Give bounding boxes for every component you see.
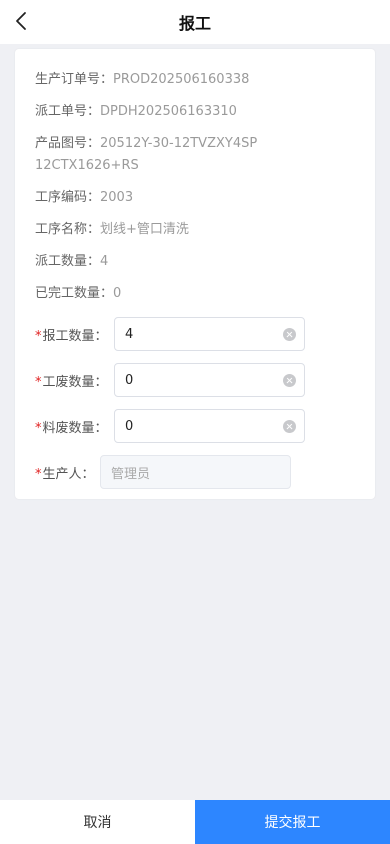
top-bar: 报工	[0, 0, 390, 44]
material-scrap-value[interactable]: 0	[115, 419, 283, 434]
completed-qty-row: 已完工数量：0	[35, 283, 355, 305]
required-mark: *	[35, 374, 42, 390]
required-mark: *	[35, 328, 42, 344]
required-mark: *	[35, 466, 42, 482]
report-qty-value[interactable]: 4	[115, 327, 283, 342]
process-code-label: 工序编码：	[35, 190, 101, 205]
material-scrap-input[interactable]: 0	[114, 409, 305, 443]
producer-label: 生产人：	[42, 466, 95, 482]
drawing-number-label: 产品图号：	[35, 136, 101, 151]
clear-icon[interactable]	[283, 419, 296, 433]
dispatch-qty-row: 派工数量：4	[35, 251, 355, 273]
completed-qty-value: 0	[113, 286, 122, 301]
process-code-value: 2003	[100, 190, 134, 205]
work-scrap-input[interactable]: 0	[114, 363, 305, 397]
report-qty-input[interactable]: 4	[114, 317, 305, 351]
report-card: 生产订单号：PROD202506160338 派工单号：DPDH20250616…	[15, 49, 375, 499]
report-qty-row: *报工数量：	[35, 316, 115, 352]
material-scrap-row: *料废数量：	[35, 408, 115, 444]
report-qty-label: 报工数量：	[42, 328, 108, 344]
clear-icon[interactable]	[283, 373, 296, 387]
material-scrap-label: 料废数量：	[42, 420, 108, 436]
cancel-button[interactable]: 取消	[0, 800, 195, 844]
bottom-action-bar: 取消 提交报工	[0, 800, 390, 844]
dispatch-qty-value: 4	[100, 254, 109, 269]
clear-icon[interactable]	[283, 327, 296, 341]
process-name-row: 工序名称：划线+管口清洗	[35, 219, 355, 241]
order-number-row: 生产订单号：PROD202506160338	[35, 69, 355, 91]
submit-report-button[interactable]: 提交报工	[195, 800, 390, 844]
dispatch-number-row: 派工单号：DPDH202506163310	[35, 101, 355, 123]
order-number-label: 生产订单号：	[35, 72, 114, 87]
work-scrap-row: *工废数量：	[35, 362, 115, 398]
completed-qty-label: 已完工数量：	[35, 286, 114, 301]
required-mark: *	[35, 420, 42, 436]
work-scrap-label: 工废数量：	[42, 374, 108, 390]
process-name-label: 工序名称：	[35, 222, 101, 237]
dispatch-qty-label: 派工数量：	[35, 254, 101, 269]
order-number-value: PROD202506160338	[113, 72, 250, 87]
work-scrap-value[interactable]: 0	[115, 373, 283, 388]
page-title: 报工	[178, 14, 211, 33]
drawing-number-row: 产品图号：20512Y-30-12TVZXY4SP12CTX1626+RS	[35, 133, 265, 177]
process-code-row: 工序编码：2003	[35, 187, 355, 209]
dispatch-number-value: DPDH202506163310	[100, 104, 237, 119]
process-name-value: 划线+管口清洗	[100, 222, 189, 237]
producer-value: 管理员	[111, 466, 151, 482]
back-icon[interactable]	[10, 8, 32, 34]
producer-input: 管理员	[100, 455, 291, 489]
dispatch-number-label: 派工单号：	[35, 104, 101, 119]
